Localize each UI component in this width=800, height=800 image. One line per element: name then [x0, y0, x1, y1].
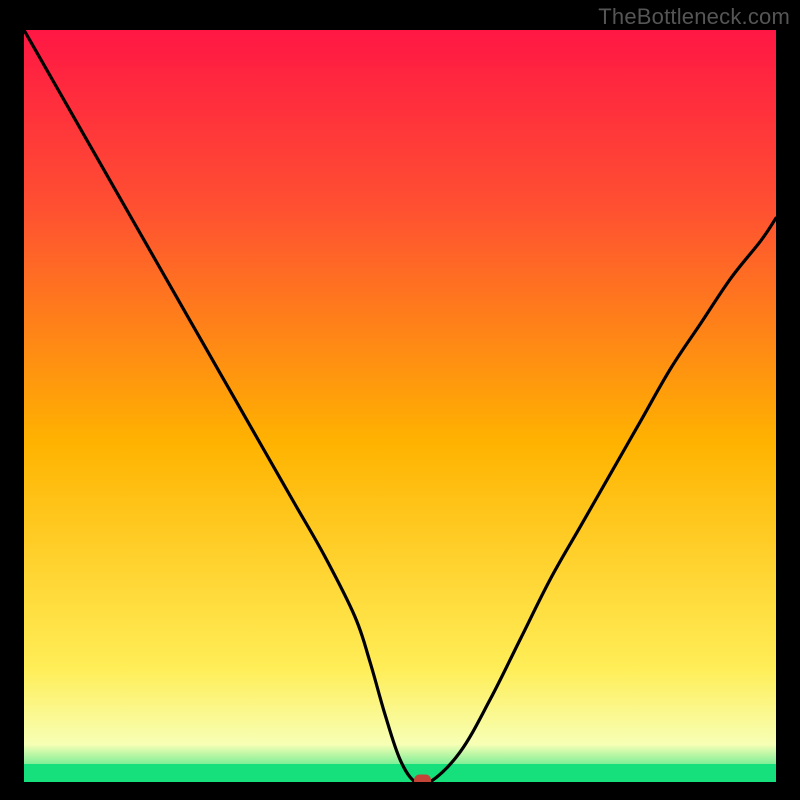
chart-svg: [24, 30, 776, 782]
gradient-background: [24, 30, 776, 782]
chart-frame: TheBottleneck.com: [0, 0, 800, 800]
watermark-text: TheBottleneck.com: [598, 4, 790, 30]
plot-area: [24, 30, 776, 782]
optimum-marker: [415, 775, 431, 782]
band-green: [24, 764, 776, 782]
